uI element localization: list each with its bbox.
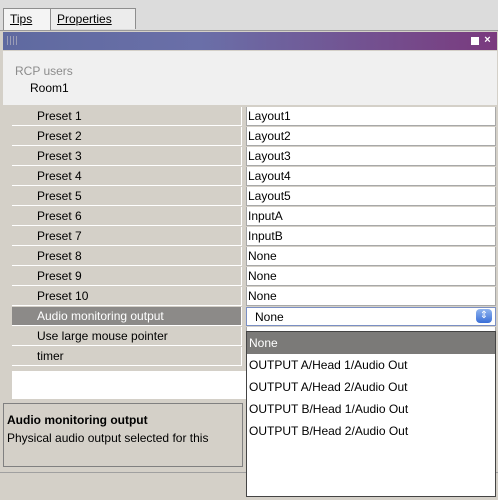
property-label: Audio monitoring output bbox=[12, 307, 242, 326]
property-value[interactable]: Layout3 bbox=[246, 147, 496, 166]
property-label: Preset 1 bbox=[12, 107, 242, 126]
dropdown-option[interactable]: OUTPUT A/Head 2/Audio Out bbox=[247, 376, 495, 398]
property-label: Use large mouse pointer bbox=[12, 327, 242, 346]
property-row[interactable]: Preset 5 Layout5 bbox=[12, 187, 496, 206]
property-label: Preset 2 bbox=[12, 127, 242, 146]
property-value[interactable]: Layout2 bbox=[246, 127, 496, 146]
property-row[interactable]: Preset 1 Layout1 bbox=[12, 107, 496, 126]
property-row[interactable]: Preset 6 InputA bbox=[12, 207, 496, 226]
property-row[interactable]: Preset 3 Layout3 bbox=[12, 147, 496, 166]
properties-header: RCP users Room1 bbox=[3, 51, 497, 105]
property-label: Preset 3 bbox=[12, 147, 242, 166]
description-text: Physical audio output selected for this bbox=[7, 431, 209, 445]
property-value[interactable]: None bbox=[246, 267, 496, 286]
property-value[interactable]: None bbox=[246, 287, 496, 306]
property-row[interactable]: Preset 10 None bbox=[12, 287, 496, 306]
property-label: Preset 8 bbox=[12, 247, 242, 266]
maximize-icon[interactable] bbox=[471, 37, 479, 45]
dropdown-option[interactable]: None bbox=[247, 332, 495, 354]
property-label: Preset 7 bbox=[12, 227, 242, 246]
property-label: Preset 6 bbox=[12, 207, 242, 226]
section-label: RCP users bbox=[15, 64, 73, 78]
property-value[interactable]: None bbox=[246, 247, 496, 266]
tab-strip: Tips Properties bbox=[0, 0, 498, 31]
tab-tips[interactable]: Tips bbox=[3, 8, 51, 30]
property-value[interactable]: Layout1 bbox=[246, 107, 496, 126]
property-value[interactable]: Layout4 bbox=[246, 167, 496, 186]
dropdown-option[interactable]: OUTPUT B/Head 2/Audio Out bbox=[247, 420, 495, 442]
property-label: Preset 9 bbox=[12, 267, 242, 286]
panel-title-bar[interactable]: × bbox=[3, 32, 497, 50]
property-row-selected[interactable]: Audio monitoring output None ⇕ bbox=[12, 307, 496, 326]
dropdown-option[interactable]: OUTPUT A/Head 1/Audio Out bbox=[247, 354, 495, 376]
property-label: timer bbox=[12, 347, 242, 366]
audio-output-select[interactable]: None ⇕ bbox=[246, 307, 496, 326]
property-row[interactable]: Preset 2 Layout2 bbox=[12, 127, 496, 146]
description-panel: Audio monitoring output Physical audio o… bbox=[3, 403, 243, 467]
property-value[interactable]: Layout5 bbox=[246, 187, 496, 206]
grid-empty-area bbox=[12, 371, 248, 399]
description-title: Audio monitoring output bbox=[7, 413, 148, 427]
property-label: Preset 10 bbox=[12, 287, 242, 306]
property-row[interactable]: Preset 4 Layout4 bbox=[12, 167, 496, 186]
property-label: Preset 4 bbox=[12, 167, 242, 186]
audio-output-dropdown-list[interactable]: None OUTPUT A/Head 1/Audio Out OUTPUT A/… bbox=[246, 331, 496, 497]
property-row[interactable]: Preset 7 InputB bbox=[12, 227, 496, 246]
property-row[interactable]: Preset 8 None bbox=[12, 247, 496, 266]
dropdown-arrow-icon[interactable]: ⇕ bbox=[476, 309, 492, 323]
close-icon[interactable]: × bbox=[482, 35, 493, 46]
property-row[interactable]: Preset 9 None bbox=[12, 267, 496, 286]
select-value: None bbox=[255, 310, 284, 324]
drag-grip-icon[interactable] bbox=[7, 36, 19, 45]
dropdown-option[interactable]: OUTPUT B/Head 1/Audio Out bbox=[247, 398, 495, 420]
property-label: Preset 5 bbox=[12, 187, 242, 206]
tab-properties[interactable]: Properties bbox=[50, 8, 136, 29]
property-value[interactable]: InputA bbox=[246, 207, 496, 226]
property-value[interactable]: InputB bbox=[246, 227, 496, 246]
object-name: Room1 bbox=[30, 81, 69, 95]
